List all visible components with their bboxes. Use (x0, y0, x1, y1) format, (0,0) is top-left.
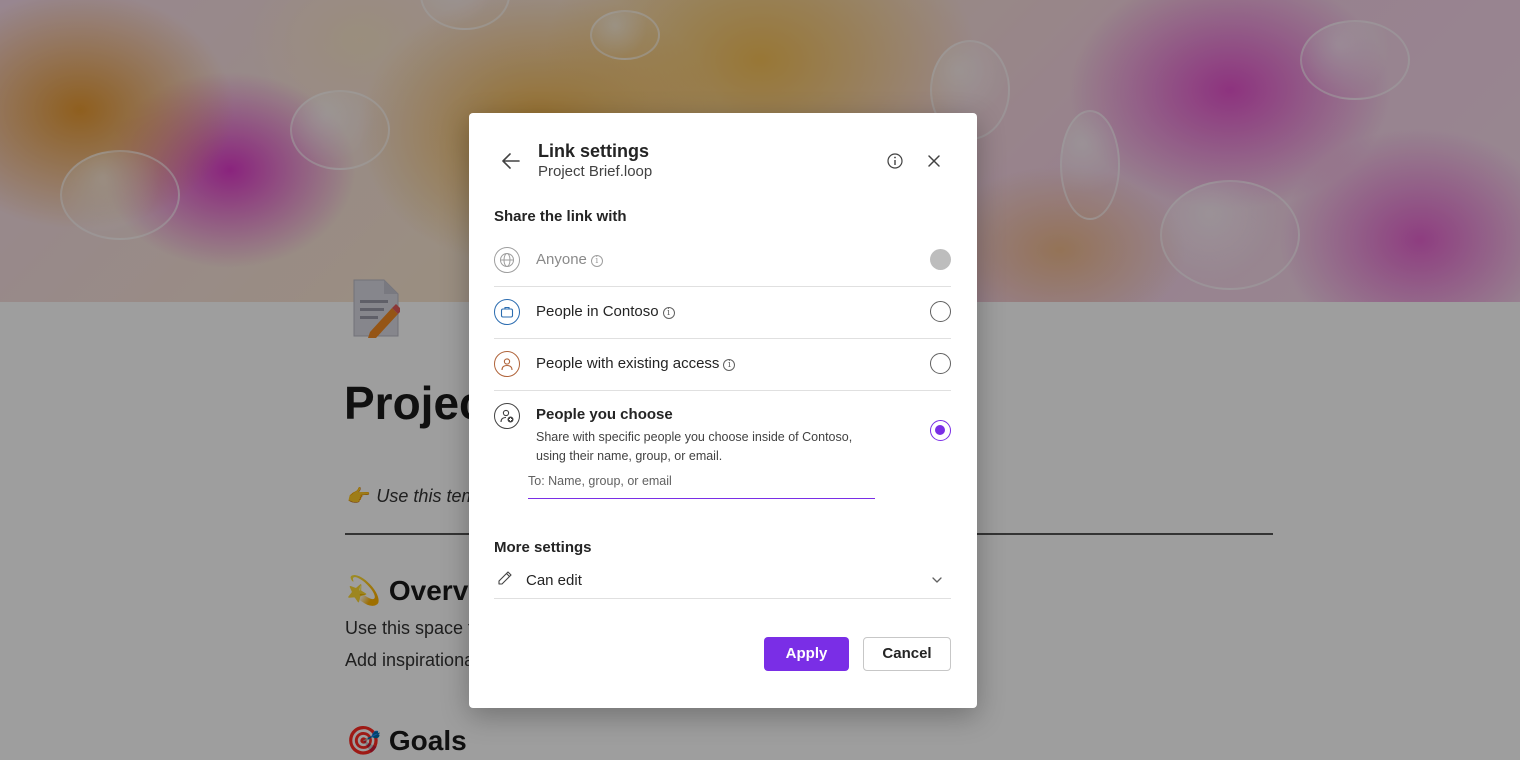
contoso-info-icon[interactable]: i (662, 307, 675, 319)
apply-button[interactable]: Apply (764, 637, 849, 671)
recipients-input-wrapper[interactable] (528, 471, 875, 499)
link-settings-dialog: Link settings Project Brief.loop Share t… (469, 113, 977, 708)
option-people-you-choose-description: Share with specific people you choose in… (536, 430, 853, 463)
option-people-in-contoso[interactable]: People in Contoso i (494, 299, 951, 339)
option-anyone-text: Anyone (536, 251, 587, 268)
close-icon[interactable] (924, 151, 944, 171)
info-icon[interactable] (885, 151, 905, 171)
option-people-you-choose-label: People you choose (536, 406, 673, 423)
cancel-button[interactable]: Cancel (863, 637, 951, 671)
option-people-you-choose[interactable]: People you choose Share with specific pe… (494, 403, 951, 465)
option-existing-access-radio[interactable] (930, 353, 951, 374)
option-existing-access-label: People with existing access i (536, 355, 736, 372)
option-existing-access[interactable]: People with existing access i (494, 351, 951, 391)
person-add-icon (494, 403, 520, 429)
share-section-label: Share the link with (494, 208, 627, 225)
globe-icon (494, 247, 520, 273)
option-people-in-contoso-radio[interactable] (930, 301, 951, 322)
option-anyone-radio (930, 249, 951, 270)
existing-access-info-icon[interactable]: i (723, 359, 736, 371)
pencil-icon (498, 571, 512, 585)
briefcase-icon (494, 299, 520, 325)
option-people-in-contoso-text: People in Contoso (536, 303, 659, 320)
option-divider (494, 338, 951, 339)
more-settings-label: More settings (494, 539, 592, 556)
chevron-down-icon (932, 577, 942, 583)
person-icon (494, 351, 520, 377)
option-anyone[interactable]: Anyone i (494, 247, 951, 287)
option-existing-access-text: People with existing access (536, 355, 720, 372)
back-arrow-icon[interactable] (499, 149, 523, 173)
anyone-info-icon[interactable]: i (590, 255, 603, 267)
option-divider (494, 390, 951, 391)
option-people-in-contoso-label: People in Contoso i (536, 303, 675, 320)
permission-value: Can edit (526, 572, 582, 589)
permission-dropdown[interactable]: Can edit (494, 565, 951, 599)
recipients-input[interactable] (528, 471, 875, 488)
dialog-title: Link settings (538, 141, 650, 161)
option-divider (494, 286, 951, 287)
option-people-you-choose-radio[interactable] (930, 420, 951, 441)
dialog-subtitle: Project Brief.loop (538, 163, 653, 180)
option-anyone-label: Anyone i (536, 251, 603, 268)
